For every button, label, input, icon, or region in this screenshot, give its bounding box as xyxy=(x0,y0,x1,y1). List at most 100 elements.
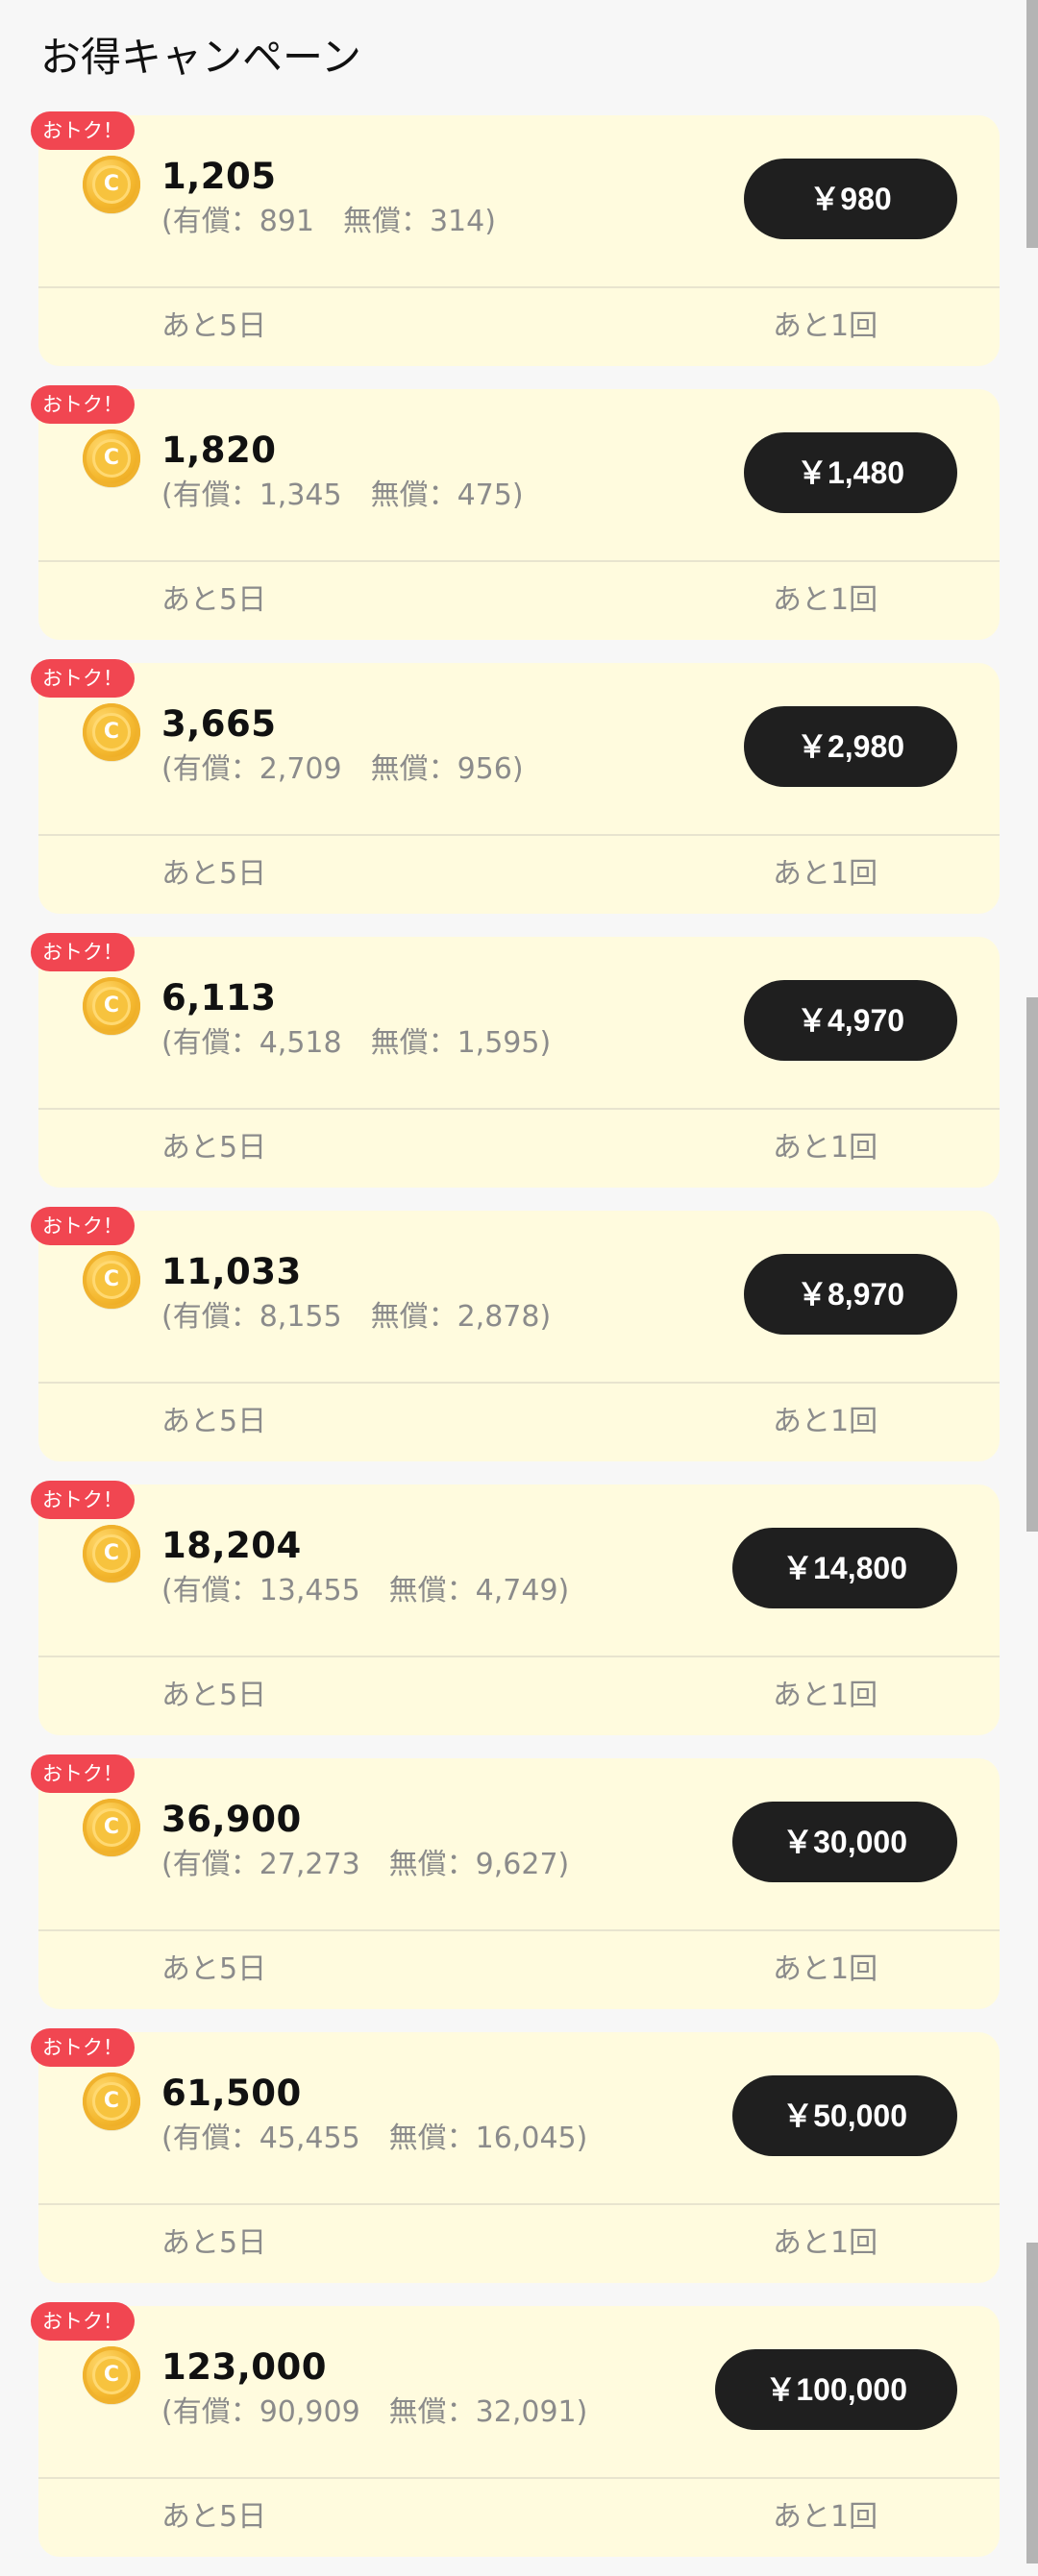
deal-badge: おトク！ xyxy=(31,111,135,150)
purchase-button[interactable]: ￥30,000 xyxy=(732,1802,957,1882)
campaign-card-top: C 3,665 (有償：2,709 無償：956) ￥2,980 xyxy=(38,663,1000,836)
campaign-card-top: C 11,033 (有償：8,155 無償：2,878) ￥8,970 xyxy=(38,1211,1000,1384)
deal-badge: おトク！ xyxy=(31,2302,135,2341)
purchase-button[interactable]: ￥50,000 xyxy=(732,2075,957,2156)
deal-badge: おトク！ xyxy=(31,2028,135,2067)
campaign-card: C 6,113 (有償：4,518 無償：1,595) ￥4,970 あと5日 … xyxy=(38,937,1000,1188)
coin-icon: C xyxy=(83,703,140,761)
campaign-card-top: C 36,900 (有償：27,273 無償：9,627) ￥30,000 xyxy=(38,1758,1000,1931)
scrollbar-track xyxy=(1026,0,1038,2564)
coins-breakdown: (有償：1,345 無償：475) xyxy=(161,478,524,512)
campaign-card-top: C 1,820 (有償：1,345 無償：475) ￥1,480 xyxy=(38,389,1000,562)
campaign-card: C 123,000 (有償：90,909 無償：32,091) ￥100,000… xyxy=(38,2306,1000,2557)
purchase-button[interactable]: ￥980 xyxy=(744,159,957,239)
purchase-button[interactable]: ￥14,800 xyxy=(732,1528,957,1608)
campaign-card-bottom: あと5日 あと1回 xyxy=(38,1931,1000,2009)
campaign-card: C 1,820 (有償：1,345 無償：475) ￥1,480 あと5日 あと… xyxy=(38,389,1000,640)
coin-icon: C xyxy=(83,156,140,213)
purchase-button[interactable]: ￥4,970 xyxy=(744,980,957,1061)
campaign-card: C 61,500 (有償：45,455 無償：16,045) ￥50,000 あ… xyxy=(38,2032,1000,2283)
days-left: あと5日 xyxy=(161,857,267,891)
coin-icon: C xyxy=(83,429,140,487)
coins-total: 11,033 xyxy=(161,1251,302,1292)
coins-breakdown: (有償：2,709 無償：956) xyxy=(161,752,524,786)
coins-breakdown: (有償：13,455 無償：4,749) xyxy=(161,1574,570,1607)
campaign-card-bottom: あと5日 あと1回 xyxy=(38,288,1000,366)
coins-breakdown: (有償：4,518 無償：1,595) xyxy=(161,1026,552,1060)
days-left: あと5日 xyxy=(161,1405,267,1438)
purchase-button[interactable]: ￥100,000 xyxy=(715,2349,957,2430)
scrollbar-thumb[interactable] xyxy=(1026,2243,1038,2564)
coins-breakdown: (有償：27,273 無償：9,627) xyxy=(161,1848,570,1881)
days-left: あと5日 xyxy=(161,2226,267,2260)
campaign-item: おトク！ C 6,113 (有償：4,518 無償：1,595) ￥4,970 … xyxy=(0,933,1038,1207)
campaign-card: C 36,900 (有償：27,273 無償：9,627) ￥30,000 あと… xyxy=(38,1758,1000,2009)
campaign-item: おトク！ C 11,033 (有償：8,155 無償：2,878) ￥8,970… xyxy=(0,1207,1038,1481)
scrollbar-thumb[interactable] xyxy=(1026,0,1038,248)
times-left: あと1回 xyxy=(773,1952,878,1986)
scrollbar-thumb[interactable] xyxy=(1026,997,1038,1532)
purchase-button[interactable]: ￥1,480 xyxy=(744,432,957,513)
deal-badge: おトク！ xyxy=(31,1754,135,1793)
campaign-card-top: C 1,205 (有償：891 無償：314) ￥980 xyxy=(38,115,1000,288)
campaign-card: C 18,204 (有償：13,455 無償：4,749) ￥14,800 あと… xyxy=(38,1484,1000,1735)
deal-badge: おトク！ xyxy=(31,1207,135,1245)
campaign-card-top: C 6,113 (有償：4,518 無償：1,595) ￥4,970 xyxy=(38,937,1000,1110)
coins-total: 61,500 xyxy=(161,2073,302,2114)
coin-icon: C xyxy=(83,1799,140,1856)
deal-badge: おトク！ xyxy=(31,659,135,698)
campaign-card-bottom: あと5日 あと1回 xyxy=(38,2205,1000,2283)
times-left: あと1回 xyxy=(773,583,878,617)
coins-breakdown: (有償：8,155 無償：2,878) xyxy=(161,1300,552,1334)
days-left: あと5日 xyxy=(161,1131,267,1165)
purchase-button[interactable]: ￥8,970 xyxy=(744,1254,957,1335)
coins-total: 18,204 xyxy=(161,1525,302,1566)
coin-icon: C xyxy=(83,977,140,1035)
coins-breakdown: (有償：891 無償：314) xyxy=(161,205,496,238)
times-left: あと1回 xyxy=(773,1679,878,1712)
coins-total: 1,205 xyxy=(161,156,277,197)
times-left: あと1回 xyxy=(773,309,878,343)
campaign-item: おトク！ C 1,205 (有償：891 無償：314) ￥980 あと5日 あ… xyxy=(0,111,1038,385)
deal-badge: おトク！ xyxy=(31,933,135,971)
campaign-card-bottom: あと5日 あと1回 xyxy=(38,562,1000,640)
deal-badge: おトク！ xyxy=(31,385,135,424)
coins-total: 3,665 xyxy=(161,703,277,745)
campaign-card-top: C 123,000 (有償：90,909 無償：32,091) ￥100,000 xyxy=(38,2306,1000,2479)
campaign-card-bottom: あと5日 あと1回 xyxy=(38,836,1000,914)
coins-total: 123,000 xyxy=(161,2346,328,2388)
campaign-card-bottom: あと5日 あと1回 xyxy=(38,1110,1000,1188)
times-left: あと1回 xyxy=(773,2500,878,2534)
campaign-item: おトク！ C 61,500 (有償：45,455 無償：16,045) ￥50,… xyxy=(0,2028,1038,2302)
coins-breakdown: (有償：90,909 無償：32,091) xyxy=(161,2395,588,2429)
coin-icon: C xyxy=(83,1251,140,1309)
campaign-card-top: C 18,204 (有償：13,455 無償：4,749) ￥14,800 xyxy=(38,1484,1000,1657)
coin-icon: C xyxy=(83,2073,140,2130)
coins-total: 36,900 xyxy=(161,1799,302,1840)
times-left: あと1回 xyxy=(773,2226,878,2260)
deal-badge: おトク！ xyxy=(31,1481,135,1519)
days-left: あと5日 xyxy=(161,1679,267,1712)
days-left: あと5日 xyxy=(161,1952,267,1986)
coins-breakdown: (有償：45,455 無償：16,045) xyxy=(161,2122,588,2155)
days-left: あと5日 xyxy=(161,583,267,617)
times-left: あと1回 xyxy=(773,1131,878,1165)
campaign-card: C 1,205 (有償：891 無償：314) ￥980 あと5日 あと1回 xyxy=(38,115,1000,366)
coins-total: 6,113 xyxy=(161,977,277,1018)
campaign-item: おトク！ C 123,000 (有償：90,909 無償：32,091) ￥10… xyxy=(0,2302,1038,2576)
times-left: あと1回 xyxy=(773,1405,878,1438)
times-left: あと1回 xyxy=(773,857,878,891)
campaign-item: おトク！ C 36,900 (有償：27,273 無償：9,627) ￥30,0… xyxy=(0,1754,1038,2028)
campaign-item: おトク！ C 3,665 (有償：2,709 無償：956) ￥2,980 あと… xyxy=(0,659,1038,933)
campaign-list: おトク！ C 1,205 (有償：891 無償：314) ￥980 あと5日 あ… xyxy=(0,111,1038,2576)
coin-icon: C xyxy=(83,1525,140,1582)
campaign-card: C 3,665 (有償：2,709 無償：956) ￥2,980 あと5日 あと… xyxy=(38,663,1000,914)
coins-total: 1,820 xyxy=(161,429,277,471)
campaign-card-bottom: あと5日 あと1回 xyxy=(38,2479,1000,2557)
campaign-card-top: C 61,500 (有償：45,455 無償：16,045) ￥50,000 xyxy=(38,2032,1000,2205)
days-left: あと5日 xyxy=(161,309,267,343)
campaign-card-bottom: あと5日 あと1回 xyxy=(38,1384,1000,1461)
campaign-item: おトク！ C 1,820 (有償：1,345 無償：475) ￥1,480 あと… xyxy=(0,385,1038,659)
purchase-button[interactable]: ￥2,980 xyxy=(744,706,957,787)
days-left: あと5日 xyxy=(161,2500,267,2534)
